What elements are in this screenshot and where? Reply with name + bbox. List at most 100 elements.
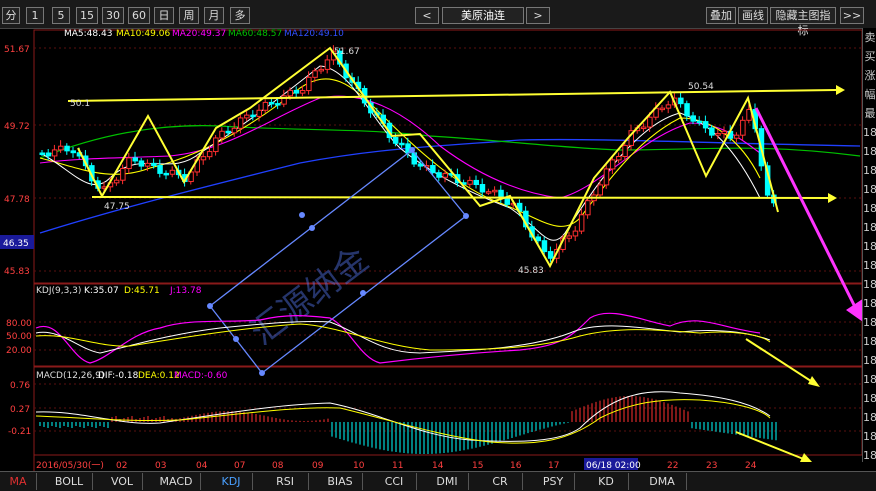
candle-body — [702, 121, 709, 129]
date-axis-label: 22 — [667, 461, 678, 471]
date-axis-label: 11 — [392, 461, 403, 471]
candle-body — [306, 76, 312, 92]
candle-body — [324, 59, 331, 70]
candle-body — [709, 127, 715, 136]
candle-body — [126, 157, 132, 170]
kdj-d-line — [35, 323, 771, 351]
candle-body — [132, 157, 138, 162]
date-axis-label: 08 — [272, 461, 284, 471]
candle-body — [578, 214, 585, 232]
tab-ma[interactable]: MA — [0, 473, 37, 490]
candle-body — [473, 179, 479, 186]
period-5min-button[interactable]: 5 — [52, 7, 70, 24]
right-high-annotation: 50.54 — [688, 82, 714, 92]
candle-body — [275, 103, 281, 106]
tab-kdj[interactable]: KDJ — [210, 473, 253, 490]
tab-vol[interactable]: VOL — [102, 473, 143, 490]
next-symbol-button[interactable]: > — [526, 7, 550, 24]
period-tick-button[interactable]: 分 — [2, 7, 20, 24]
candle-body — [665, 104, 672, 109]
period-1min-button[interactable]: 1 — [26, 7, 44, 24]
tab-macd[interactable]: MACD — [152, 473, 201, 490]
quote-panel-cell: 18 — [863, 316, 876, 329]
low-mid-annotation: 45.83 — [518, 266, 544, 276]
quote-panel-cell: 18 — [863, 335, 876, 348]
hide-main-indicator-button[interactable]: 隐藏主图指标 — [770, 7, 836, 37]
kdj-axis-label: 50.00 — [6, 332, 32, 342]
candle-body — [566, 235, 572, 239]
period-60min-button[interactable]: 60 — [128, 7, 150, 24]
quote-panel-cell: 18 — [863, 278, 876, 291]
date-axis-label: 2016/05/30(一) — [36, 461, 104, 471]
candle-body — [442, 173, 448, 178]
ma5-legend: MA5:48.43 — [64, 29, 112, 39]
candle-body — [417, 163, 424, 167]
date-axis-label: 16 — [510, 461, 522, 471]
macd-legend: MACD(12,26,9) DIF:-0.18 DEA:0.12 MACD:-0… — [36, 371, 228, 381]
tab-kd[interactable]: KD — [584, 473, 629, 490]
overlay-button[interactable]: 叠加 — [706, 7, 736, 24]
date-axis-label: 03 — [155, 461, 166, 471]
candle-body — [200, 156, 207, 161]
period-day-button[interactable]: 日 — [154, 7, 174, 24]
candle-body — [250, 114, 256, 118]
macd-axis-label: 0.76 — [10, 381, 30, 391]
ma20-legend: MA20:49.37 — [172, 29, 226, 39]
candle-body — [684, 103, 690, 117]
candle-body — [58, 145, 64, 151]
tab-rsi[interactable]: RSI — [262, 473, 309, 490]
quote-panel-cell: 18 — [863, 145, 876, 158]
period-15min-button[interactable]: 15 — [76, 7, 98, 24]
period-30min-button[interactable]: 30 — [102, 7, 124, 24]
candle-body — [312, 70, 318, 78]
candle-body — [231, 127, 238, 134]
candle-body — [659, 107, 665, 111]
tab-cr[interactable]: CR — [478, 473, 523, 490]
tab-dma[interactable]: DMA — [638, 473, 687, 490]
date-axis-label: 09 — [312, 461, 324, 471]
quote-panel-cell: 18 — [863, 392, 876, 405]
candle-body — [485, 191, 492, 194]
tab-psy[interactable]: PSY — [532, 473, 575, 490]
quote-panel-cell: 18 — [863, 411, 876, 424]
candle-body — [603, 168, 610, 186]
candle-body — [169, 169, 176, 175]
high-annotation: 51.67 — [334, 47, 360, 57]
candle-body — [479, 184, 486, 193]
candle-body — [715, 132, 721, 136]
kdj-axis-label: 20.00 — [6, 346, 32, 356]
period-week-button[interactable]: 周 — [179, 7, 199, 24]
trend-arrowhead — [828, 193, 837, 203]
quote-panel-cell: 18 — [863, 259, 876, 272]
candle-body — [609, 159, 616, 170]
left-mark-annotation: 50.1 — [70, 99, 90, 109]
period-more-button[interactable]: 多 — [230, 7, 250, 24]
chart-area[interactable]: 51.67 49.72 47.78 45.83 46.35 MA5:48.43 … — [0, 28, 862, 471]
candle-body — [541, 240, 548, 253]
date-axis-label: 10 — [353, 461, 365, 471]
tab-cci[interactable]: CCI — [372, 473, 417, 490]
candle-body — [163, 172, 169, 176]
ma120-legend: MA120:49.10 — [284, 29, 344, 39]
trend-arrowhead — [836, 85, 845, 95]
prev-symbol-button[interactable]: < — [415, 7, 439, 24]
symbol-name: 美原油连 — [442, 7, 524, 24]
quote-panel-cell: 卖 — [864, 31, 876, 44]
candle-body — [268, 101, 275, 105]
quote-panel-cell: 18 — [863, 202, 876, 215]
candle-body — [219, 130, 225, 139]
ma10-line — [39, 78, 761, 227]
period-month-button[interactable]: 月 — [204, 7, 224, 24]
tab-boll[interactable]: BOLL — [46, 473, 93, 490]
kdj-k-line — [35, 320, 771, 354]
kdj-trend-arrowhead — [808, 376, 820, 387]
candle-body — [696, 120, 703, 124]
tab-bias[interactable]: BIAS — [318, 473, 363, 490]
candle-body — [287, 89, 293, 97]
tab-dmi[interactable]: DMI — [426, 473, 469, 490]
candle-body — [157, 165, 163, 174]
expand-button[interactable]: >> — [840, 7, 864, 24]
candle-body — [293, 89, 300, 94]
right-quote-panel: 卖买涨幅最 18 18 18 18 18 18 18 18 18 18 18 18 18 18 18 18 18 1… — [862, 28, 876, 462]
draw-line-button[interactable]: 画线 — [738, 7, 768, 24]
